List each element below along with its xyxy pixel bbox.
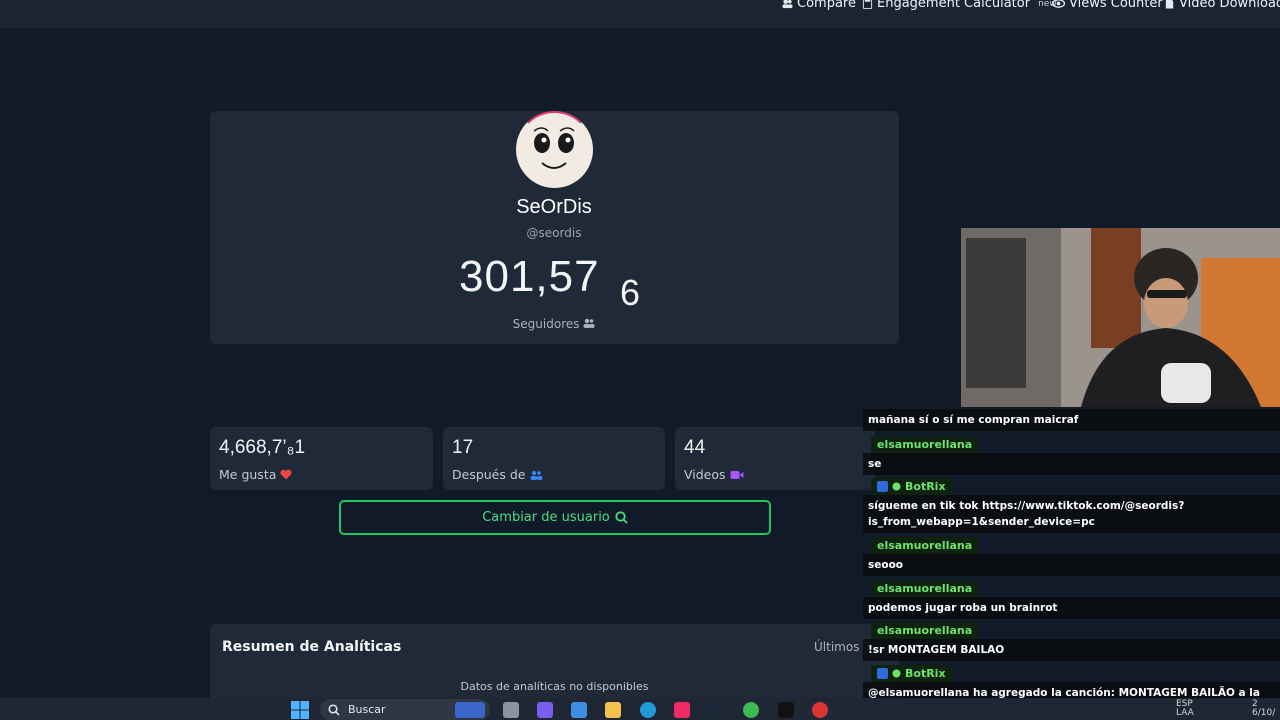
tiktok-icon[interactable] xyxy=(674,702,690,718)
stat-card-likes: 4,668,7’₈1 Me gusta xyxy=(210,427,433,490)
chat-username: elsamuorellana xyxy=(871,580,979,597)
chat-message: mañana sí o sí me compran maicraf xyxy=(863,409,1280,431)
stat-value: 4,668,7’₈1 xyxy=(219,437,306,458)
chat-username-text: elsamuorellana xyxy=(877,624,973,637)
stat-label-text: Después de xyxy=(452,467,526,482)
nav-engagement-calculator[interactable]: Engagement Calculator new xyxy=(862,0,1057,11)
change-user-label: Cambiar de usuario xyxy=(482,510,610,525)
nav-views-counter[interactable]: Views Counter xyxy=(1052,0,1163,11)
follower-count-rolling-digit: 6 xyxy=(620,272,641,313)
camera-icon xyxy=(730,470,744,479)
chat-username-text: BotRix xyxy=(905,480,946,493)
verified-icon xyxy=(892,482,901,491)
nav-compare[interactable]: Compare xyxy=(782,0,856,11)
language-layout: LAA xyxy=(1176,708,1194,718)
stat-label-text: Videos xyxy=(684,467,726,482)
clock[interactable]: 2 6/10/ xyxy=(1252,700,1275,718)
edge-icon[interactable] xyxy=(640,702,656,718)
file-icon xyxy=(1165,0,1174,9)
profile-handle: @seordis xyxy=(526,226,582,240)
avatar xyxy=(516,111,593,188)
language-indicator[interactable]: ESP LAA xyxy=(1176,700,1194,718)
users-icon xyxy=(782,0,793,9)
top-nav: Compare Engagement Calculator new Views … xyxy=(0,0,1280,28)
taskbar-search-label: Buscar xyxy=(348,703,386,716)
stat-value: 17 xyxy=(452,437,474,458)
chat-username: BotRix xyxy=(871,665,952,682)
chat-username: elsamuorellana xyxy=(871,537,979,554)
nav-video-label: Video Downloader xyxy=(1179,0,1280,11)
copilot-icon[interactable] xyxy=(537,702,553,718)
search-icon xyxy=(328,703,340,716)
calculator-icon xyxy=(862,0,873,9)
users-icon xyxy=(530,470,542,480)
stat-label: Videos xyxy=(684,467,744,482)
follower-count: 301,57 xyxy=(459,252,600,301)
nav-compare-label: Compare xyxy=(797,0,856,11)
nav-engagement-label: Engagement Calculator xyxy=(877,0,1031,11)
stat-value: 44 xyxy=(684,437,706,458)
chat-message: podemos jugar roba un brainrot xyxy=(863,597,1280,619)
bot-icon xyxy=(877,668,888,679)
analytics-title: Resumen de Analíticas xyxy=(222,639,402,655)
webcam-feed xyxy=(961,228,1280,407)
chat-username-text: elsamuorellana xyxy=(877,582,973,595)
search-icon xyxy=(615,511,628,524)
stat-label: Después de xyxy=(452,467,543,482)
search-highlight-icon[interactable] xyxy=(455,702,485,718)
nav-video-downloader[interactable]: Video Downloader xyxy=(1164,0,1280,11)
clock-date: 6/10/ xyxy=(1252,708,1276,718)
nav-views-label: Views Counter xyxy=(1069,0,1163,11)
verified-icon xyxy=(892,669,901,678)
avatar-face-icon xyxy=(533,127,575,169)
change-user-button[interactable]: Cambiar de usuario xyxy=(339,500,771,535)
chat-username: elsamuorellana xyxy=(871,622,979,639)
analytics-empty-message: Datos de analíticas no disponibles xyxy=(460,680,649,693)
bot-icon xyxy=(877,481,888,492)
users-icon xyxy=(583,318,595,328)
app-icon[interactable] xyxy=(812,702,828,718)
stat-card-videos: 44 Videos xyxy=(675,427,875,490)
stat-card-following: 17 Después de xyxy=(443,427,665,490)
chat-username: BotRix xyxy=(871,478,952,495)
task-view-icon[interactable] xyxy=(503,702,519,718)
chat-username-text: elsamuorellana xyxy=(877,539,973,552)
chat-username: elsamuorellana xyxy=(871,436,979,453)
chat-username-text: elsamuorellana xyxy=(877,438,973,451)
chat-overlay: mañana sí o sí me compran maicraf elsamu… xyxy=(863,407,1280,720)
chrome-icon[interactable] xyxy=(743,702,759,718)
heart-icon xyxy=(280,469,292,480)
followers-label-text: Seguidores xyxy=(512,317,580,331)
stat-label-text: Me gusta xyxy=(219,467,277,482)
file-explorer-icon[interactable] xyxy=(605,702,621,718)
store-icon[interactable] xyxy=(571,702,587,718)
windows-start-icon[interactable] xyxy=(291,701,309,719)
epic-games-icon[interactable] xyxy=(778,702,794,718)
steam-icon[interactable] xyxy=(708,702,724,718)
chat-message: sígueme en tik tok https://www.tiktok.co… xyxy=(863,495,1280,533)
chat-message: se xyxy=(863,453,1280,475)
followers-label: Seguidores xyxy=(454,317,654,331)
webcam-image xyxy=(961,228,1280,407)
chat-username-text: BotRix xyxy=(905,667,946,680)
stat-label: Me gusta xyxy=(219,467,292,482)
chat-message: seooo xyxy=(863,554,1280,576)
chat-message: !sr MONTAGEM BAILAO xyxy=(863,639,1280,661)
eye-icon xyxy=(1052,0,1065,8)
profile-name: SeOrDis xyxy=(516,196,592,218)
